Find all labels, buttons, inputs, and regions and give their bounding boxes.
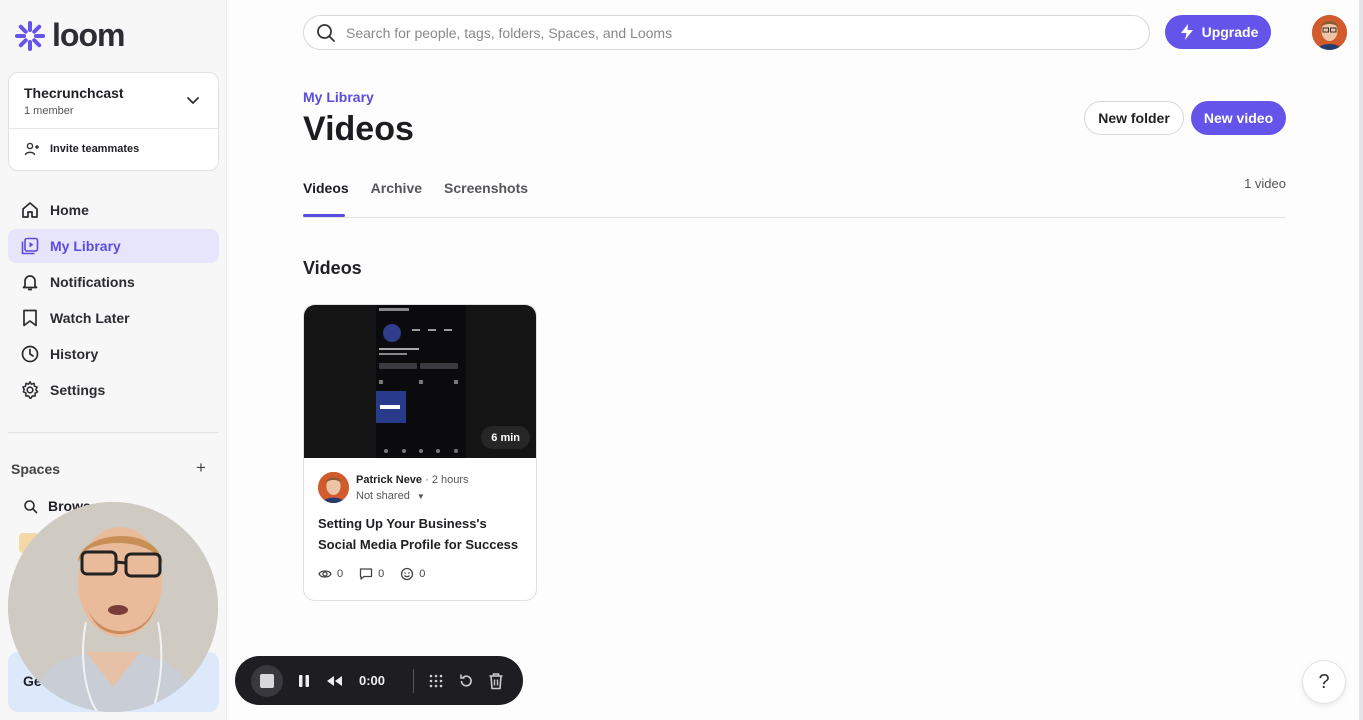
sidebar-item-label: Settings <box>50 382 106 398</box>
sidebar-nav: Home My Library Notifications Watch Late… <box>8 193 219 409</box>
sidebar-item-label: My Library <box>50 238 121 254</box>
eye-icon <box>318 570 332 578</box>
new-video-button[interactable]: New video <box>1191 101 1286 135</box>
sidebar-item-my-library[interactable]: My Library <box>8 229 219 263</box>
video-title[interactable]: Setting Up Your Business's Social Media … <box>318 513 528 555</box>
tab-bar: Videos Archive Screenshots <box>303 180 528 196</box>
author-name[interactable]: Patrick Neve <box>356 474 422 486</box>
search-icon <box>24 499 38 513</box>
upgrade-button[interactable]: Upgrade <box>1165 15 1271 49</box>
pause-icon <box>299 674 309 687</box>
views-count: 0 <box>337 568 344 580</box>
author-avatar <box>318 472 349 503</box>
duration-badge: 6 min <box>481 426 530 449</box>
add-person-icon <box>24 142 39 156</box>
invite-teammates-button[interactable]: Invite teammates <box>24 141 139 157</box>
loom-burst-icon <box>15 20 45 51</box>
lightning-icon <box>1180 24 1193 40</box>
avatar-image <box>318 472 349 503</box>
comments-count: 0 <box>378 568 385 580</box>
search-icon <box>317 23 335 42</box>
help-button[interactable]: ? <box>1302 660 1346 704</box>
tab-videos[interactable]: Videos <box>303 180 349 196</box>
comment-icon <box>359 568 373 580</box>
trash-icon <box>489 672 503 689</box>
comments-stat: 0 <box>359 567 384 581</box>
workspace-switcher[interactable]: Thecrunchcast 1 member Invite teammates <box>8 72 219 171</box>
bookmark-icon <box>23 309 37 327</box>
page-title: Videos <box>303 110 414 148</box>
tab-screenshots[interactable]: Screenshots <box>444 180 528 196</box>
logo-text: loom <box>52 17 125 53</box>
bell-icon <box>22 275 38 291</box>
sidebar-item-watch-later[interactable]: Watch Later <box>8 301 219 335</box>
divider <box>8 432 219 433</box>
sidebar-item-label: Notifications <box>50 274 135 290</box>
chevron-down-icon[interactable] <box>186 93 200 107</box>
sidebar-item-label: History <box>50 346 99 362</box>
author-line: Patrick Neve · 2 hours <box>356 474 469 486</box>
restart-icon <box>460 674 472 687</box>
stop-button[interactable] <box>251 664 283 697</box>
sidebar-item-label: Home <box>50 202 89 218</box>
sidebar-item-notifications[interactable]: Notifications <box>8 265 219 299</box>
delete-button[interactable] <box>488 672 504 690</box>
divider <box>413 668 414 693</box>
video-card[interactable]: 6 min Patrick Neve · 2 hours Not shared … <box>303 304 537 601</box>
rewind-icon <box>327 675 342 686</box>
new-folder-button[interactable]: New folder <box>1084 101 1184 135</box>
video-count: 1 video <box>1244 176 1286 191</box>
drag-handle[interactable] <box>428 673 444 689</box>
sidebar: loom Thecrunchcast 1 member Invite teamm… <box>0 0 227 720</box>
avatar-image <box>1312 15 1347 50</box>
sidebar-item-settings[interactable]: Settings <box>8 373 219 407</box>
video-thumbnail[interactable]: 6 min <box>304 305 536 458</box>
sidebar-item-home[interactable]: Home <box>8 193 219 227</box>
reactions-count: 0 <box>419 568 426 580</box>
workspace-members: 1 member <box>24 105 74 117</box>
reactions-stat: 0 <box>400 567 425 581</box>
time-ago: 2 hours <box>431 474 469 486</box>
clock-icon <box>21 345 39 363</box>
spaces-heading: Spaces <box>11 461 61 477</box>
section-title: Videos <box>303 258 362 278</box>
pause-button[interactable] <box>297 673 311 689</box>
breadcrumb[interactable]: My Library <box>303 89 374 105</box>
loom-logo[interactable]: loom <box>14 17 125 54</box>
stop-icon <box>260 673 274 688</box>
home-icon <box>22 202 38 218</box>
upgrade-label: Upgrade <box>1201 24 1259 40</box>
rewind-button[interactable] <box>325 673 345 689</box>
thumbnail-image <box>376 305 466 458</box>
sharing-status-dropdown[interactable]: Not shared ▼ <box>356 490 425 502</box>
sidebar-item-label: Watch Later <box>50 310 130 326</box>
invite-label: Invite teammates <box>50 143 140 155</box>
smiley-icon <box>401 567 414 581</box>
recording-controls: 0:00 <box>235 656 523 705</box>
library-icon <box>21 237 39 255</box>
video-stats: 0 0 0 <box>318 567 425 581</box>
divider <box>303 217 1286 218</box>
camera-bubble[interactable] <box>8 502 218 712</box>
scrollbar[interactable] <box>1359 0 1363 720</box>
chevron-down-icon: ▼ <box>416 492 425 501</box>
help-icon: ? <box>1318 670 1330 693</box>
gear-icon <box>22 381 39 399</box>
restart-button[interactable] <box>458 673 474 689</box>
search-input[interactable] <box>346 24 1106 41</box>
recording-timer: 0:00 <box>359 673 386 688</box>
sharing-status: Not shared <box>356 490 410 502</box>
add-space-icon[interactable]: + <box>196 458 206 478</box>
drag-grid-icon <box>429 674 443 687</box>
webcam-person-image <box>8 502 218 712</box>
views-stat: 0 <box>318 567 343 581</box>
user-avatar[interactable] <box>1312 15 1347 50</box>
sidebar-item-history[interactable]: History <box>8 337 219 371</box>
divider <box>9 128 218 129</box>
search-bar[interactable] <box>303 15 1150 50</box>
tab-archive[interactable]: Archive <box>371 180 422 196</box>
workspace-name: Thecrunchcast <box>24 85 124 101</box>
